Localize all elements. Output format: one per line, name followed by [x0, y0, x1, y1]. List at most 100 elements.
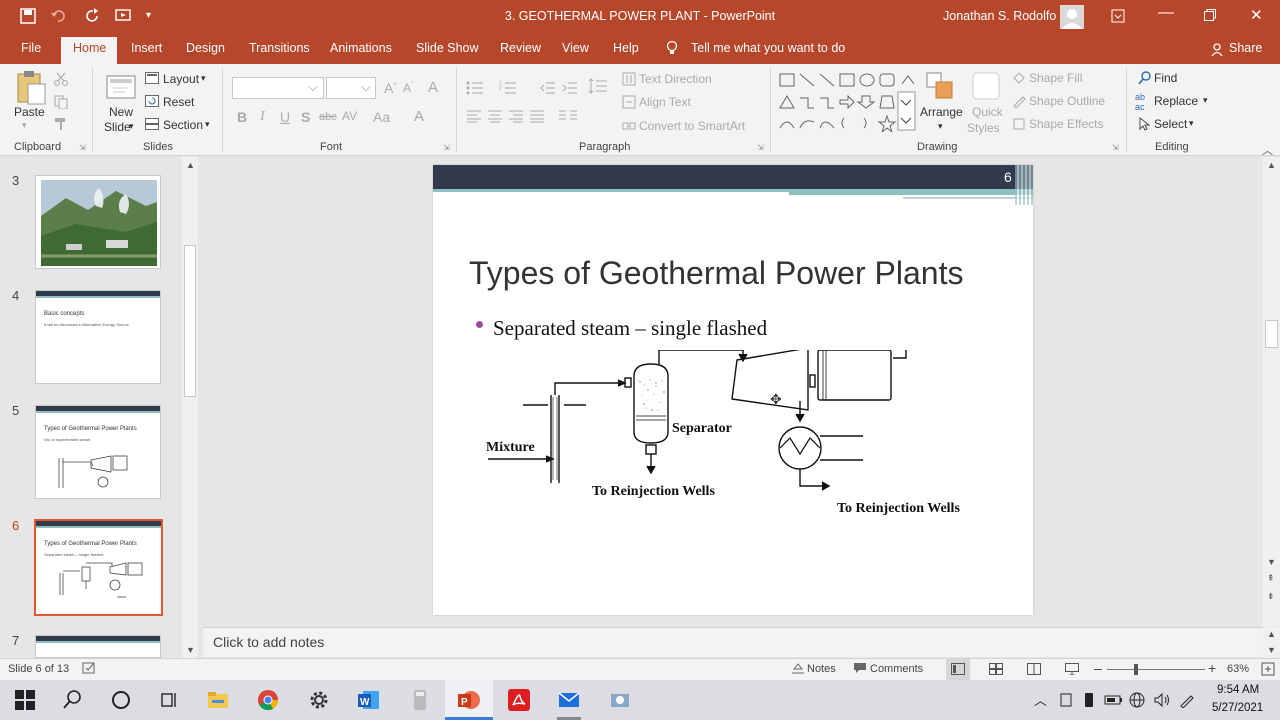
text-direction-button[interactable]: Text Direction: [639, 72, 712, 86]
collapse-ribbon-icon[interactable]: ︿: [1262, 142, 1273, 158]
current-slide[interactable]: 6 Types of Geothermal Power Plants Separ…: [433, 165, 1033, 615]
arrange-dropdown-icon[interactable]: ▾: [938, 121, 943, 132]
notes-pane[interactable]: Click to add notes: [203, 627, 1263, 657]
quick-styles-button[interactable]: Quick: [972, 105, 1003, 119]
shape-outline-button[interactable]: Shape Outline: [1029, 94, 1105, 108]
tab-view[interactable]: View: [562, 41, 589, 55]
comments-icon[interactable]: [853, 662, 867, 677]
slide-show-view-icon[interactable]: [1065, 663, 1079, 678]
font-color-button[interactable]: A: [414, 108, 424, 125]
calculator-icon[interactable]: [408, 688, 432, 712]
zoom-out-button[interactable]: –: [1094, 660, 1102, 676]
powerpoint-icon[interactable]: P: [457, 688, 481, 712]
underline-button[interactable]: U: [280, 109, 290, 125]
shape-fill-button[interactable]: Shape Fill: [1029, 71, 1082, 85]
section-dropdown-icon[interactable]: ▾: [205, 119, 210, 130]
increase-font-icon[interactable]: A^: [384, 80, 397, 96]
settings-gear-icon[interactable]: [307, 688, 331, 712]
tab-slide-show[interactable]: Slide Show: [416, 41, 479, 55]
zoom-slider[interactable]: [1107, 669, 1205, 670]
spelling-check-icon[interactable]: [82, 662, 96, 677]
snipping-tool-icon[interactable]: [608, 688, 632, 712]
flash-plant-diagram[interactable]: Mixture Separator To Reinjection Wells T…: [478, 350, 998, 530]
start-windows-icon[interactable]: [13, 688, 37, 712]
bold-button[interactable]: B: [237, 109, 247, 125]
select-dropdown-icon[interactable]: ▾: [1189, 118, 1194, 129]
battery-icon[interactable]: [1104, 693, 1124, 710]
tab-design[interactable]: Design: [186, 41, 225, 55]
tab-review[interactable]: Review: [500, 41, 541, 55]
next-slide-icon[interactable]: ⇟: [1267, 591, 1275, 602]
tab-home[interactable]: Home: [73, 41, 106, 55]
slide-bullet[interactable]: Separated steam – single flashed: [493, 316, 767, 341]
decrease-indent-icon[interactable]: [540, 80, 556, 97]
paste-button[interactable]: Paste: [14, 105, 45, 119]
slide-sorter-icon[interactable]: [989, 663, 1003, 678]
strikethrough-button[interactable]: abc: [319, 111, 337, 123]
character-spacing-button[interactable]: AV: [342, 109, 357, 123]
italic-button[interactable]: I: [260, 109, 265, 125]
notes-scroll-down-icon[interactable]: ▼: [1267, 645, 1276, 655]
paste-dropdown-icon[interactable]: ▾: [22, 120, 27, 131]
slide-thumbnail-7[interactable]: [35, 635, 161, 658]
paste-icon[interactable]: [15, 70, 47, 109]
previous-slide-icon[interactable]: ⇞: [1267, 573, 1275, 584]
increase-indent-icon[interactable]: [562, 80, 578, 97]
decrease-font-icon[interactable]: Aˇ: [403, 81, 413, 95]
thumb-scroll-thumb[interactable]: [184, 245, 196, 397]
cut-icon[interactable]: [54, 72, 68, 89]
reset-button[interactable]: Reset: [163, 95, 194, 109]
clipboard-launcher-icon[interactable]: ⇲: [79, 143, 86, 152]
section-button[interactable]: Section: [163, 118, 203, 132]
font-size-dropdown-icon[interactable]: ⌵: [361, 79, 371, 95]
share-icon[interactable]: [1210, 42, 1224, 59]
zoom-level[interactable]: 63%: [1227, 663, 1249, 675]
align-center-icon[interactable]: [487, 109, 503, 126]
numbering-icon[interactable]: 12: [499, 80, 517, 97]
edit-scroll-down-icon[interactable]: ▼: [1267, 557, 1276, 567]
bullets-icon[interactable]: [466, 80, 484, 97]
replace-dropdown-icon[interactable]: ▾: [1203, 95, 1208, 106]
user-name[interactable]: Jonathan S. Rodolfo: [943, 9, 1056, 23]
minimize-icon[interactable]: —: [1158, 4, 1174, 22]
slide-thumbnail-4[interactable]: Basic concepts It will be discussed in A…: [35, 290, 161, 384]
normal-view-icon[interactable]: [951, 663, 965, 678]
layout-dropdown-icon[interactable]: ▾: [201, 73, 206, 84]
tell-me-search[interactable]: Tell me what you want to do: [691, 41, 845, 55]
notes-placeholder[interactable]: Click to add notes: [213, 634, 324, 650]
new-slide-button-line2[interactable]: Slide: [104, 120, 131, 134]
tab-file[interactable]: File: [21, 41, 41, 55]
find-button[interactable]: Find: [1154, 71, 1177, 85]
share-button[interactable]: Share: [1229, 41, 1262, 55]
avatar[interactable]: [1060, 5, 1084, 29]
zoom-in-button[interactable]: +: [1208, 660, 1216, 676]
select-button[interactable]: Select: [1154, 117, 1187, 131]
zoom-slider-thumb[interactable]: [1134, 664, 1138, 675]
thumbnail-scrollbar[interactable]: ▲ ▼: [182, 157, 198, 658]
notes-toggle-button[interactable]: Notes: [807, 663, 836, 675]
edit-scroll-up-icon[interactable]: ▲: [1267, 160, 1276, 170]
edit-scroll-thumb[interactable]: [1265, 320, 1278, 348]
shadow-button[interactable]: S: [301, 109, 310, 125]
paragraph-launcher-icon[interactable]: ⇲: [757, 143, 764, 152]
tab-help[interactable]: Help: [613, 41, 639, 55]
replace-button[interactable]: Replace: [1154, 94, 1198, 108]
notes-scrollbar[interactable]: ▲ ▼: [1263, 627, 1280, 658]
new-slide-icon[interactable]: [105, 70, 137, 105]
search-icon[interactable]: [61, 688, 85, 712]
tab-transitions[interactable]: Transitions: [249, 41, 310, 55]
shapes-gallery[interactable]: [778, 72, 918, 135]
arrange-icon[interactable]: [926, 72, 954, 103]
reading-view-icon[interactable]: [1027, 663, 1041, 678]
drawing-launcher-icon[interactable]: ⇲: [1112, 143, 1119, 152]
slide-thumbnail-5[interactable]: Types of Geothermal Power Plants Dry or …: [35, 405, 161, 499]
new-slide-button[interactable]: New: [109, 105, 133, 119]
edit-scrollbar[interactable]: ▲ ▼ ⇞ ⇟: [1263, 157, 1280, 626]
justify-icon[interactable]: [529, 109, 545, 126]
notes-toggle-icon[interactable]: [791, 662, 805, 677]
shape-effects-button[interactable]: Shape Effects: [1029, 117, 1104, 131]
convert-smartart-button[interactable]: Convert to SmartArt: [639, 119, 745, 133]
show-hidden-icons[interactable]: ︿: [1034, 690, 1047, 709]
restore-icon[interactable]: [1204, 9, 1216, 24]
quick-styles-icon[interactable]: [972, 72, 1000, 103]
